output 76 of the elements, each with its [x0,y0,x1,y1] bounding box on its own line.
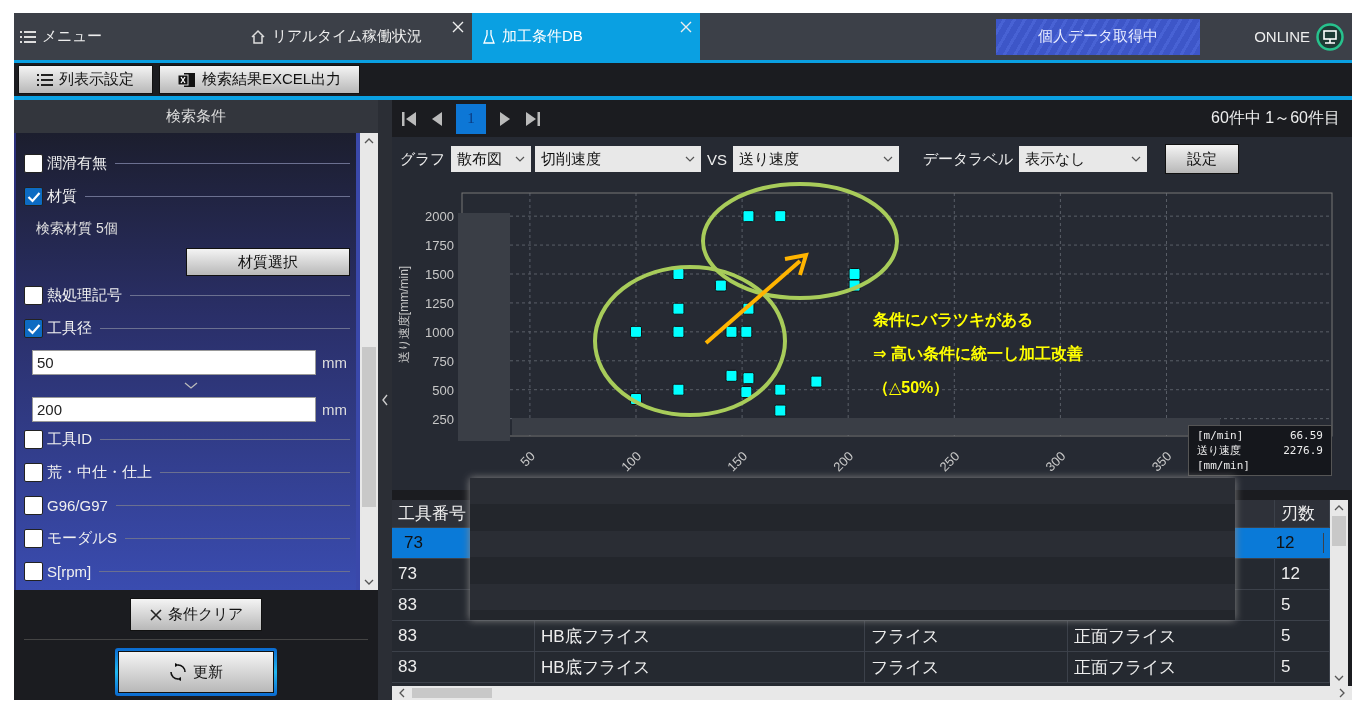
table-cell-text: HB底フライス [541,656,650,679]
table-cell-text: フライス [871,625,939,648]
table-cell-text: 正面フライス [1074,656,1176,679]
table-cell-text: HB底フライス [541,625,650,648]
annotation-text: 条件にバラツキがある [873,311,1033,328]
y-tick-label: 1500 [425,267,454,282]
table-cell: 12 [1281,564,1300,584]
material-select-button[interactable]: 材質選択 [186,248,350,276]
max-input-field[interactable]: 200 [32,397,316,422]
panel-title: 検索条件 [14,100,378,133]
table-cell: 5 [1281,626,1291,646]
y-tick-label: 1250 [425,295,454,311]
x-tick-label: 50 [517,448,538,470]
status-badge: 個人データ取得中 [996,18,1201,55]
tooltip-label: 送り速度[mm/min] [1197,443,1251,473]
table-cell: 5 [1281,657,1291,677]
y-field-dropdown[interactable]: 送り速度 [733,146,899,172]
tooltip-label: [m/min] [1197,428,1244,443]
connection-status: ONLINE [1254,28,1310,45]
data-label-label: データラベル [923,149,1013,169]
min-input-field[interactable]: 50 [32,350,316,375]
table-cell: 83 [398,595,417,615]
unit-label: mm [322,401,347,418]
vs-label: VS [707,150,727,168]
clear-button[interactable]: 条件クリア [130,598,262,631]
criterion-label: G96/G97 [47,497,108,514]
toolbar-button[interactable]: 検索結果EXCEL出力 [159,65,361,94]
menu-button[interactable]: メニュー [14,13,240,60]
table-row[interactable]: 83 HB底フライス フライス 正面フライス 5 [392,621,1330,652]
y-tick-label: 750 [432,353,454,369]
column-header[interactable]: 刃数 [1281,502,1315,525]
table-cell: 73 [404,533,423,553]
criterion-label: 熱処理記号 [47,286,122,305]
annotation-text: （△50%） [873,379,950,396]
data-label-dropdown[interactable]: 表示なし [1019,146,1147,172]
result-count: 60件中 1～60件目 [1211,108,1340,128]
criterion-label: S[rpm] [47,563,92,580]
x-tick-label: 250 [936,448,963,475]
y-tick-label: 500 [432,382,454,398]
criterion-label: モーダルS [47,529,117,548]
column-header[interactable]: 工具番号 [398,502,466,525]
tooltip-value: 2276.9 [1283,443,1323,459]
criterion-label: 工具径 [47,319,92,338]
x-tick-label: 150 [724,448,751,475]
apply-button[interactable]: 設定 [1165,144,1239,174]
graph-label: グラフ [400,149,445,169]
table-row[interactable]: 83 HB底フライス フライス 正面フライス 5 [392,652,1330,683]
refresh-button[interactable]: 更新 [118,651,274,693]
y-tick-label: 2000 [425,209,454,225]
table-cell: 12 [1275,533,1295,553]
table-cell-text: 正面フライス [1074,625,1176,648]
x-tick-label: 350 [1148,448,1175,475]
criterion-label: 工具ID [47,430,92,449]
material-count: 検索材質 5個 [35,219,119,238]
criterion-label: 潤滑有無 [47,154,107,173]
y-tick-label: 1000 [425,324,454,340]
graph-type-dropdown[interactable]: 散布図 [451,146,531,172]
x-tick-label: 200 [830,448,857,475]
tab[interactable]: リアルタイム稼働状況 [240,13,472,60]
x-tick-label: 300 [1042,448,1069,475]
table-cell: 73 [398,564,417,584]
table-cell-text: フライス [871,656,939,679]
unit-label: mm [322,354,347,371]
criterion-label: 材質 [47,187,77,206]
annotation-text: ⇒ 高い条件に統一し加工改善 [873,345,1083,362]
y-tick-label: 1750 [425,238,454,254]
y-tick-label: 250 [432,411,454,427]
x-tick-label: 100 [618,448,645,475]
table-cell: 5 [1281,595,1291,615]
x-field-dropdown[interactable]: 切削速度 [535,146,701,172]
criterion-label: 荒・中仕・仕上 [47,463,152,482]
toolbar-button[interactable]: 列表示設定 [18,65,153,94]
table-cell: 83 [398,657,417,677]
table-cell: 83 [398,626,417,646]
y-axis-label: 送り速度[mm/min] [397,265,411,364]
tooltip-value: 66.59 [1289,428,1323,443]
